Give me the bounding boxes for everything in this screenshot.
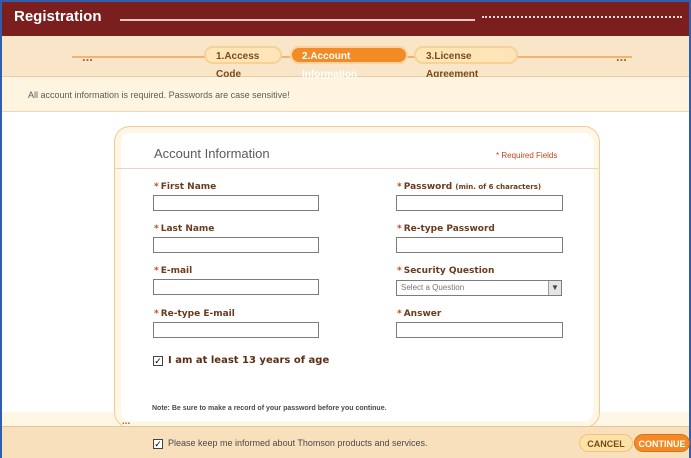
window-frame: Registration ... ... 1.Access Code 2.Acc… (0, 0, 691, 458)
password-input[interactable] (396, 195, 563, 211)
title-dotted-line (482, 16, 682, 24)
form-title: Account Information (154, 146, 270, 161)
password-label: * Password (min. of 6 characters) (397, 182, 542, 192)
retype-email-input[interactable] (153, 322, 319, 338)
security-question-label: * Security Question (397, 266, 495, 276)
steps-bar: ... ... 1.Access Code 2.Account Informat… (2, 36, 689, 80)
first-name-input[interactable] (153, 195, 319, 211)
password-hint: (min. of 6 characters) (455, 183, 542, 191)
cancel-button[interactable]: CANCEL (579, 434, 633, 452)
steps-ellipsis-left: ... (82, 49, 93, 64)
required-fields-note: * Required Fields (496, 151, 558, 160)
step-license-agreement[interactable]: 3.License Agreement (414, 46, 518, 80)
step-access-code[interactable]: 1.Access Code (204, 46, 282, 80)
age-checkbox[interactable]: ✓ (153, 356, 163, 366)
title-bar: Registration (2, 2, 689, 36)
answer-label: * Answer (397, 309, 442, 319)
age-checkbox-label: I am at least 13 years of age (168, 355, 330, 366)
steps-ellipsis-right: ... (616, 49, 627, 64)
retype-password-input[interactable] (396, 237, 563, 253)
first-name-label: * First Name (154, 182, 217, 192)
step-account-information[interactable]: 2.Account Information (290, 46, 408, 80)
retype-email-label: * Re-type E-mail (154, 309, 235, 319)
dropdown-arrow-icon[interactable]: ▼ (548, 281, 561, 295)
security-question-selected: Select a Question (401, 283, 465, 292)
continue-button[interactable]: CONTINUE (634, 434, 690, 452)
answer-input[interactable] (396, 322, 563, 338)
last-name-label: * Last Name (154, 224, 215, 234)
info-bar: All account information is required. Pas… (2, 77, 689, 112)
window-title: Registration (14, 8, 102, 25)
keep-informed-checkbox[interactable]: ✓ (153, 439, 163, 449)
info-text: All account information is required. Pas… (28, 90, 290, 100)
email-label: * E-mail (154, 266, 193, 276)
account-form-card (114, 126, 600, 428)
security-question-select[interactable]: Select a Question ▼ (396, 280, 562, 296)
email-input[interactable] (153, 279, 319, 295)
last-name-input[interactable] (153, 237, 319, 253)
keep-informed-label: Please keep me informed about Thomson pr… (168, 438, 428, 448)
password-note: Note: Be sure to make a record of your p… (152, 405, 387, 412)
retype-password-label: * Re-type Password (397, 224, 495, 234)
title-divider (120, 19, 475, 21)
